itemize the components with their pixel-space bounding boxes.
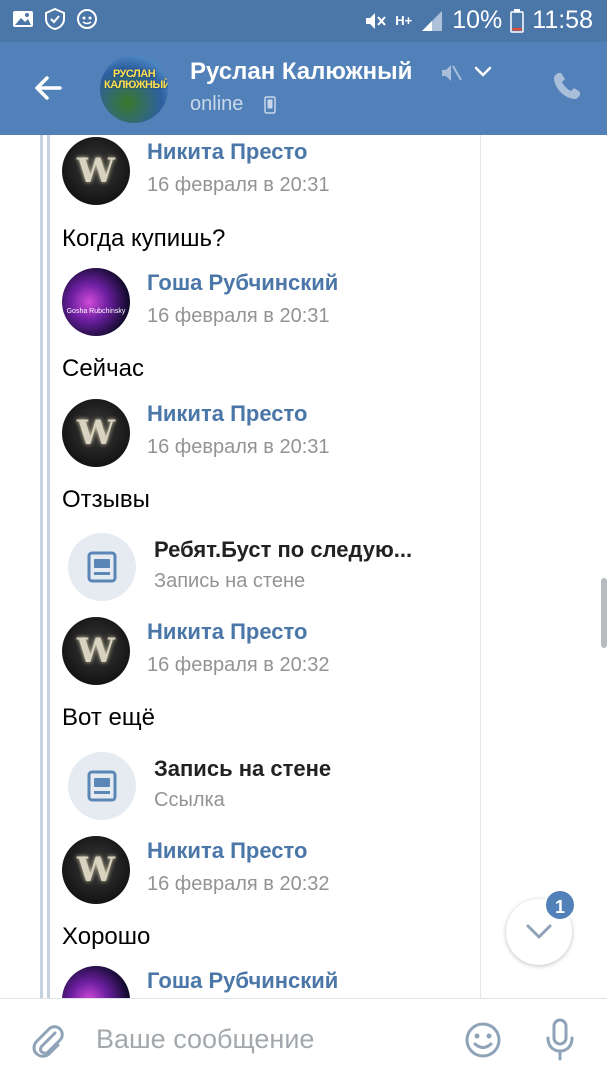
chat-header: РУСЛАН КАЛЮЖНЫЙ Руслан Калюжный online: [0, 42, 607, 135]
sender-name[interactable]: Гоша Рубчинский: [147, 968, 338, 994]
chevron-down-icon[interactable]: [473, 65, 493, 79]
mute-icon: [366, 12, 387, 29]
attachment-title: Ребят.Буст по следую...: [154, 537, 413, 562]
notification-icons: [12, 8, 98, 30]
signal-icon: [422, 10, 443, 31]
attachment-title: Запись на стене: [154, 756, 332, 781]
battery-percent: 10%: [452, 6, 503, 34]
wall-post-icon: [87, 551, 117, 583]
sender-name[interactable]: Никита Престо: [147, 139, 307, 165]
message-text: Сейчас: [62, 355, 144, 382]
attachment-icon-circle: [68, 533, 136, 601]
mobile-device-icon: [264, 96, 276, 114]
microphone-icon[interactable]: [544, 1018, 576, 1062]
message-time: 16 февраля в 20:31: [147, 174, 330, 196]
message-header: W Никита Престо 16 февраля в 20:32: [62, 836, 482, 904]
avatar[interactable]: W: [62, 836, 130, 904]
message-header: Gosha Rubchinsky Гоша Рубчинский 16 февр…: [62, 268, 482, 336]
avatar-logo-text: РУСЛАН КАЛЮЖНЫЙ: [104, 68, 168, 91]
gallery-icon: [13, 11, 33, 27]
unread-count-badge: 1: [544, 889, 576, 921]
avatar[interactable]: W: [62, 617, 130, 685]
message-text: Отзывы: [62, 486, 150, 513]
online-status: online: [190, 93, 244, 115]
avatar[interactable]: W: [62, 137, 130, 205]
message-time: 16 февраля в 20:32: [147, 873, 330, 895]
paperclip-icon[interactable]: [28, 1021, 68, 1061]
sender-name[interactable]: Никита Престо: [147, 619, 307, 645]
message-header: Gosha Rubchinsky Гоша Рубчинский: [62, 966, 482, 998]
message-text: Когда купишь?: [62, 225, 226, 252]
avatar[interactable]: Gosha Rubchinsky: [62, 966, 130, 998]
forward-indicator-nested: [47, 135, 50, 998]
chat-title[interactable]: Руслан Калюжный: [190, 58, 412, 86]
vk-app-icon: [77, 9, 97, 29]
chat-avatar[interactable]: РУСЛАН КАЛЮЖНЫЙ: [100, 55, 168, 123]
status-bar: H+ 10% 11:58: [0, 0, 607, 42]
sender-name[interactable]: Никита Престо: [147, 838, 307, 864]
message-header: W Никита Престо 16 февраля в 20:31: [62, 137, 482, 205]
message-composer: [0, 998, 607, 1081]
battery-icon: [510, 8, 525, 33]
wall-post-attachment[interactable]: Запись на стене Ссылка: [68, 752, 468, 820]
avatar[interactable]: Gosha Rubchinsky: [62, 268, 130, 336]
mute-icon: [442, 65, 462, 81]
attachment-icon-circle: [68, 752, 136, 820]
forward-indicator: [40, 135, 43, 998]
scrollbar-thumb[interactable]: [601, 578, 607, 648]
phone-icon[interactable]: [551, 70, 583, 102]
message-time: 16 февраля в 20:31: [147, 305, 330, 327]
message-time: 16 февраля в 20:31: [147, 436, 330, 458]
wall-post-attachment[interactable]: Ребят.Буст по следую... Запись на стене: [68, 533, 468, 601]
message-header: W Никита Престо 16 февраля в 20:32: [62, 617, 482, 685]
message-header: W Никита Престо 16 февраля в 20:31: [62, 399, 482, 467]
message-input[interactable]: [96, 1019, 436, 1059]
attachment-subtitle: Запись на стене: [154, 570, 306, 592]
message-text: Вот ещё: [62, 704, 155, 731]
network-type: H+: [395, 13, 413, 28]
chevron-down-icon: [526, 924, 552, 939]
sender-name[interactable]: Никита Престо: [147, 401, 307, 427]
wall-post-icon: [87, 770, 117, 802]
message-text: Хорошо: [62, 923, 151, 950]
avatar[interactable]: W: [62, 399, 130, 467]
smile-icon[interactable]: [463, 1020, 503, 1060]
clock: 11:58: [532, 6, 593, 34]
attachment-subtitle: Ссылка: [154, 789, 225, 811]
sender-name[interactable]: Гоша Рубчинский: [147, 270, 338, 296]
system-status: H+ 10% 11:58: [363, 6, 593, 35]
message-time: 16 февраля в 20:32: [147, 654, 330, 676]
message-list[interactable]: W Никита Престо 16 февраля в 20:31 Когда…: [0, 135, 607, 998]
back-arrow-icon[interactable]: [28, 68, 68, 108]
shield-icon: [45, 8, 65, 30]
